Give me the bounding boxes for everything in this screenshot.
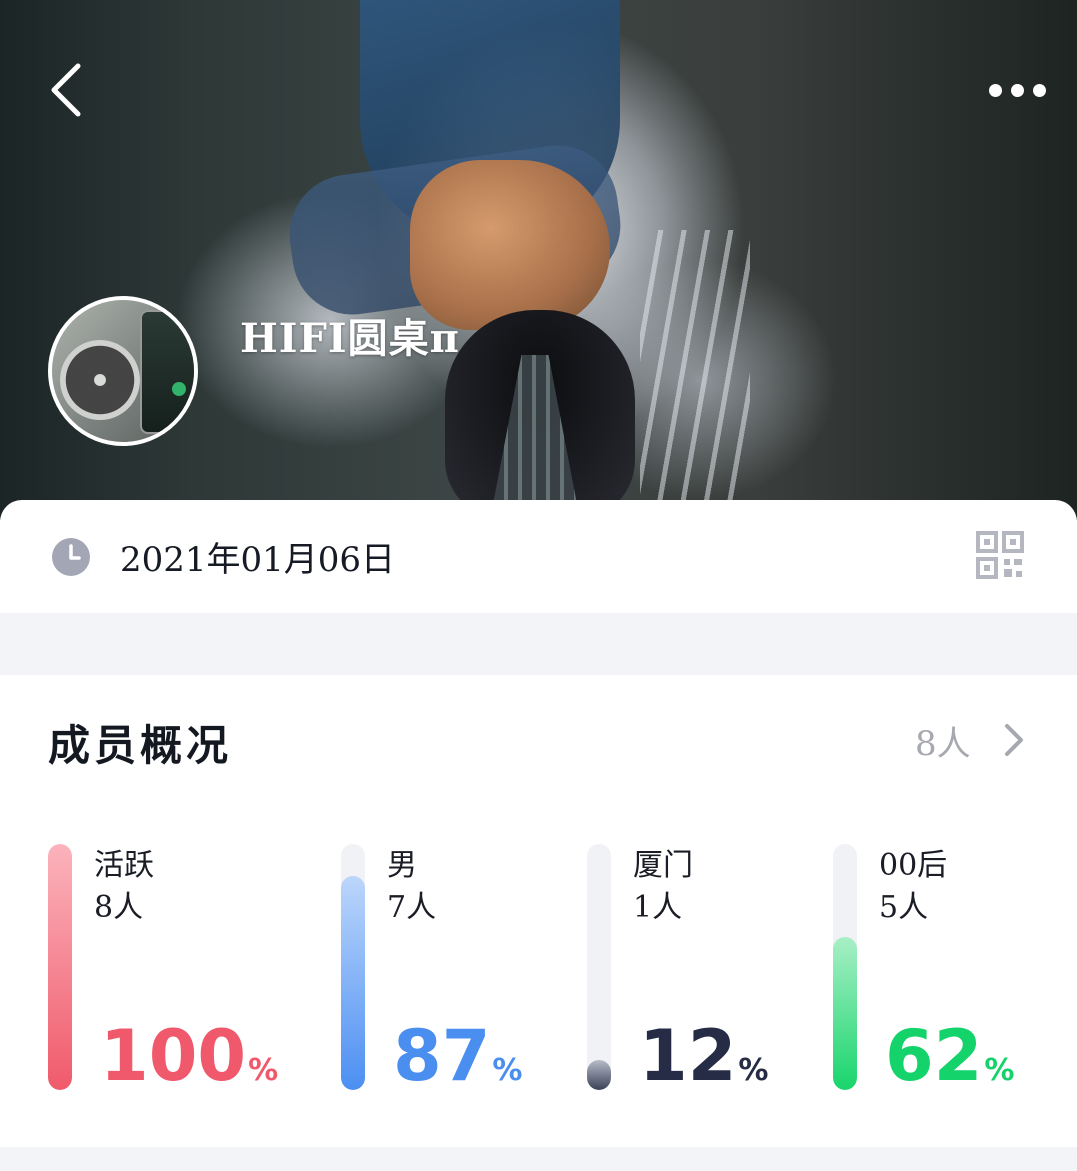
clock-icon (52, 538, 90, 576)
stat-bar-track (341, 844, 365, 1090)
header-background-image (0, 0, 1077, 520)
members-overview-title: 成员概况 (48, 721, 233, 770)
stat-bar-fill (48, 844, 72, 1090)
stat-percent-unit: % (738, 1053, 769, 1088)
stat-count: 8人 (94, 890, 144, 925)
more-options-button[interactable] (980, 74, 1054, 106)
hero-jacket-stripes (640, 230, 750, 510)
qr-code-icon (976, 531, 1024, 579)
qr-code-button[interactable] (975, 530, 1025, 580)
stat-age-group: 00后 5人 62% (833, 840, 1053, 1094)
stat-percent: 87% (393, 1018, 522, 1109)
stat-bar-fill (341, 876, 365, 1090)
group-avatar[interactable] (48, 296, 198, 446)
stat-count: 1人 (633, 890, 683, 925)
stat-percent-number: 62 (885, 1015, 983, 1097)
created-date: 2021年01月06日 (120, 540, 396, 580)
more-dot-icon (1032, 83, 1046, 97)
stat-active: 活跃 8人 100% (48, 840, 308, 1094)
stat-percent-unit: % (984, 1053, 1015, 1088)
stat-bar-fill (587, 1060, 611, 1090)
stat-percent-number: 87 (393, 1015, 491, 1097)
stat-bar-track (587, 844, 611, 1090)
stat-percent-unit: % (248, 1053, 279, 1088)
stat-label: 厦门 (633, 848, 693, 883)
avatar-phone (140, 310, 194, 434)
more-dot-icon (988, 83, 1002, 97)
stat-male: 男 7人 87% (341, 840, 581, 1094)
stat-count: 5人 (879, 890, 929, 925)
hero-figure-hand (410, 160, 610, 330)
stat-label: 活跃 (94, 848, 154, 883)
group-name: HIFI圆桌π (240, 315, 460, 362)
more-dot-icon (1010, 83, 1024, 97)
stat-percent-number: 100 (100, 1015, 247, 1097)
stat-bar-track (48, 844, 72, 1090)
avatar-turntable (60, 340, 140, 420)
chevron-left-icon (51, 63, 81, 117)
stat-percent: 62% (885, 1018, 1014, 1109)
stat-bar-fill (833, 937, 857, 1090)
stat-percent: 12% (639, 1018, 768, 1109)
stat-count: 7人 (387, 890, 437, 925)
back-button[interactable] (42, 58, 98, 122)
chevron-right-icon (1004, 724, 1023, 756)
stat-percent-number: 12 (639, 1015, 737, 1097)
stat-city: 厦门 1人 12% (587, 840, 827, 1094)
stat-label: 00后 (879, 848, 948, 883)
stat-bar-track (833, 844, 857, 1090)
stat-percent-unit: % (492, 1053, 523, 1088)
members-total-count: 8人 (915, 723, 971, 764)
members-list-link[interactable]: 8人 (915, 712, 1055, 768)
stat-label: 男 (387, 848, 417, 883)
stat-percent: 100% (100, 1018, 278, 1109)
